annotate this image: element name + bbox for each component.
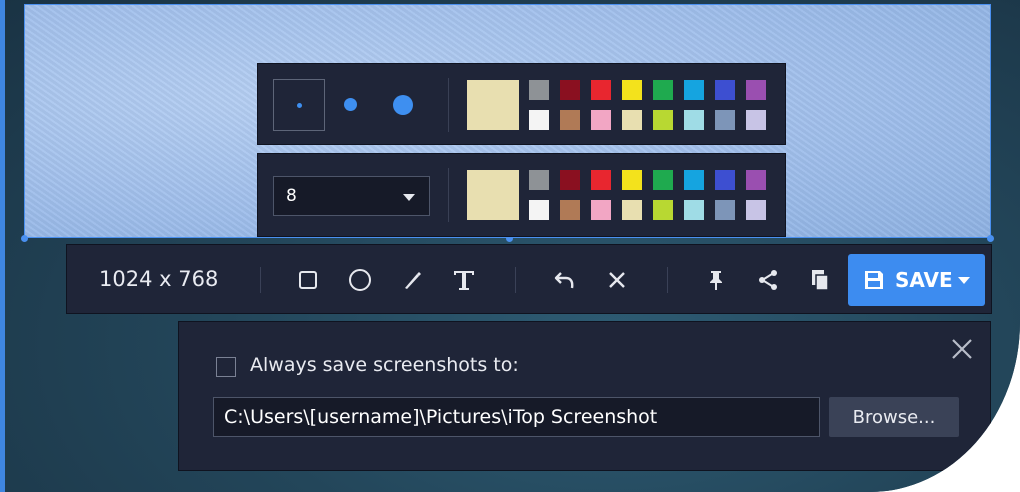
color-swatch[interactable] bbox=[560, 80, 580, 100]
selected-color-swatch[interactable] bbox=[467, 170, 519, 220]
divider bbox=[448, 168, 449, 222]
color-swatch[interactable] bbox=[591, 80, 611, 100]
color-swatch[interactable] bbox=[622, 170, 642, 190]
divider bbox=[667, 267, 668, 293]
color-palette bbox=[529, 80, 773, 132]
pen-icon[interactable] bbox=[395, 263, 429, 297]
always-save-checkbox[interactable] bbox=[216, 357, 236, 377]
window-edge bbox=[0, 0, 5, 492]
divider bbox=[515, 267, 516, 293]
color-swatch[interactable] bbox=[591, 110, 611, 130]
color-swatch[interactable] bbox=[715, 170, 735, 190]
close-icon[interactable] bbox=[949, 336, 975, 362]
color-swatch[interactable] bbox=[560, 110, 580, 130]
color-swatch[interactable] bbox=[560, 200, 580, 220]
color-palette bbox=[529, 170, 773, 222]
color-swatch[interactable] bbox=[746, 200, 766, 220]
color-swatch[interactable] bbox=[746, 80, 766, 100]
color-swatch[interactable] bbox=[560, 170, 580, 190]
close-icon[interactable] bbox=[600, 263, 634, 297]
text-style-panel: 8 bbox=[257, 153, 786, 237]
color-swatch[interactable] bbox=[684, 170, 704, 190]
color-swatch[interactable] bbox=[715, 110, 735, 130]
color-swatch[interactable] bbox=[529, 80, 549, 100]
divider bbox=[260, 267, 261, 293]
color-swatch[interactable] bbox=[746, 170, 766, 190]
color-swatch[interactable] bbox=[622, 200, 642, 220]
undo-icon[interactable] bbox=[548, 263, 582, 297]
always-save-label: Always save screenshots to: bbox=[250, 354, 519, 376]
browse-button[interactable]: Browse... bbox=[829, 397, 959, 437]
color-swatch[interactable] bbox=[529, 110, 549, 130]
chevron-down-icon[interactable] bbox=[958, 277, 970, 284]
auto-save-dialog: Always save screenshots to: C:\Users\[us… bbox=[178, 321, 991, 471]
copy-icon[interactable] bbox=[803, 263, 837, 297]
floppy-disk-icon bbox=[865, 271, 883, 289]
save-path-value: C:\Users\[username]\Pictures\iTop Screen… bbox=[224, 406, 658, 428]
save-button-label: SAVE bbox=[895, 268, 953, 292]
capture-toolbar: 1024 x 768 SAVE bbox=[66, 244, 992, 314]
brush-style-panel bbox=[257, 63, 786, 145]
color-swatch[interactable] bbox=[653, 200, 673, 220]
color-swatch[interactable] bbox=[653, 110, 673, 130]
color-swatch[interactable] bbox=[622, 110, 642, 130]
rectangle-icon[interactable] bbox=[291, 263, 325, 297]
selected-color-swatch[interactable] bbox=[467, 80, 519, 130]
color-swatch[interactable] bbox=[684, 200, 704, 220]
selection-handle[interactable] bbox=[987, 235, 994, 242]
medium-dot-icon[interactable] bbox=[344, 98, 357, 111]
color-swatch[interactable] bbox=[653, 170, 673, 190]
color-swatch[interactable] bbox=[684, 80, 704, 100]
screenshot-frame: 8 1024 x 768 SAVE Always save screenshot… bbox=[0, 0, 1020, 492]
color-swatch[interactable] bbox=[715, 200, 735, 220]
large-dot-icon[interactable] bbox=[393, 95, 413, 115]
save-button[interactable]: SAVE bbox=[848, 254, 985, 306]
size-small-button[interactable] bbox=[273, 79, 325, 131]
color-swatch[interactable] bbox=[684, 110, 704, 130]
ellipse-icon[interactable] bbox=[343, 263, 377, 297]
chevron-down-icon bbox=[403, 194, 415, 201]
color-swatch[interactable] bbox=[529, 200, 549, 220]
color-swatch[interactable] bbox=[653, 80, 673, 100]
color-swatch[interactable] bbox=[591, 170, 611, 190]
small-dot-icon bbox=[297, 103, 302, 108]
font-size-select[interactable]: 8 bbox=[273, 176, 430, 216]
color-swatch[interactable] bbox=[746, 110, 766, 130]
font-size-value: 8 bbox=[286, 186, 297, 206]
color-swatch[interactable] bbox=[529, 170, 549, 190]
selection-handle[interactable] bbox=[21, 235, 28, 242]
selection-dimensions: 1024 x 768 bbox=[99, 267, 219, 291]
divider bbox=[448, 78, 449, 132]
share-icon[interactable] bbox=[751, 263, 785, 297]
color-swatch[interactable] bbox=[622, 80, 642, 100]
save-path-input[interactable]: C:\Users\[username]\Pictures\iTop Screen… bbox=[213, 397, 820, 437]
pin-icon[interactable] bbox=[699, 263, 733, 297]
color-swatch[interactable] bbox=[591, 200, 611, 220]
color-swatch[interactable] bbox=[715, 80, 735, 100]
text-icon[interactable] bbox=[447, 263, 481, 297]
